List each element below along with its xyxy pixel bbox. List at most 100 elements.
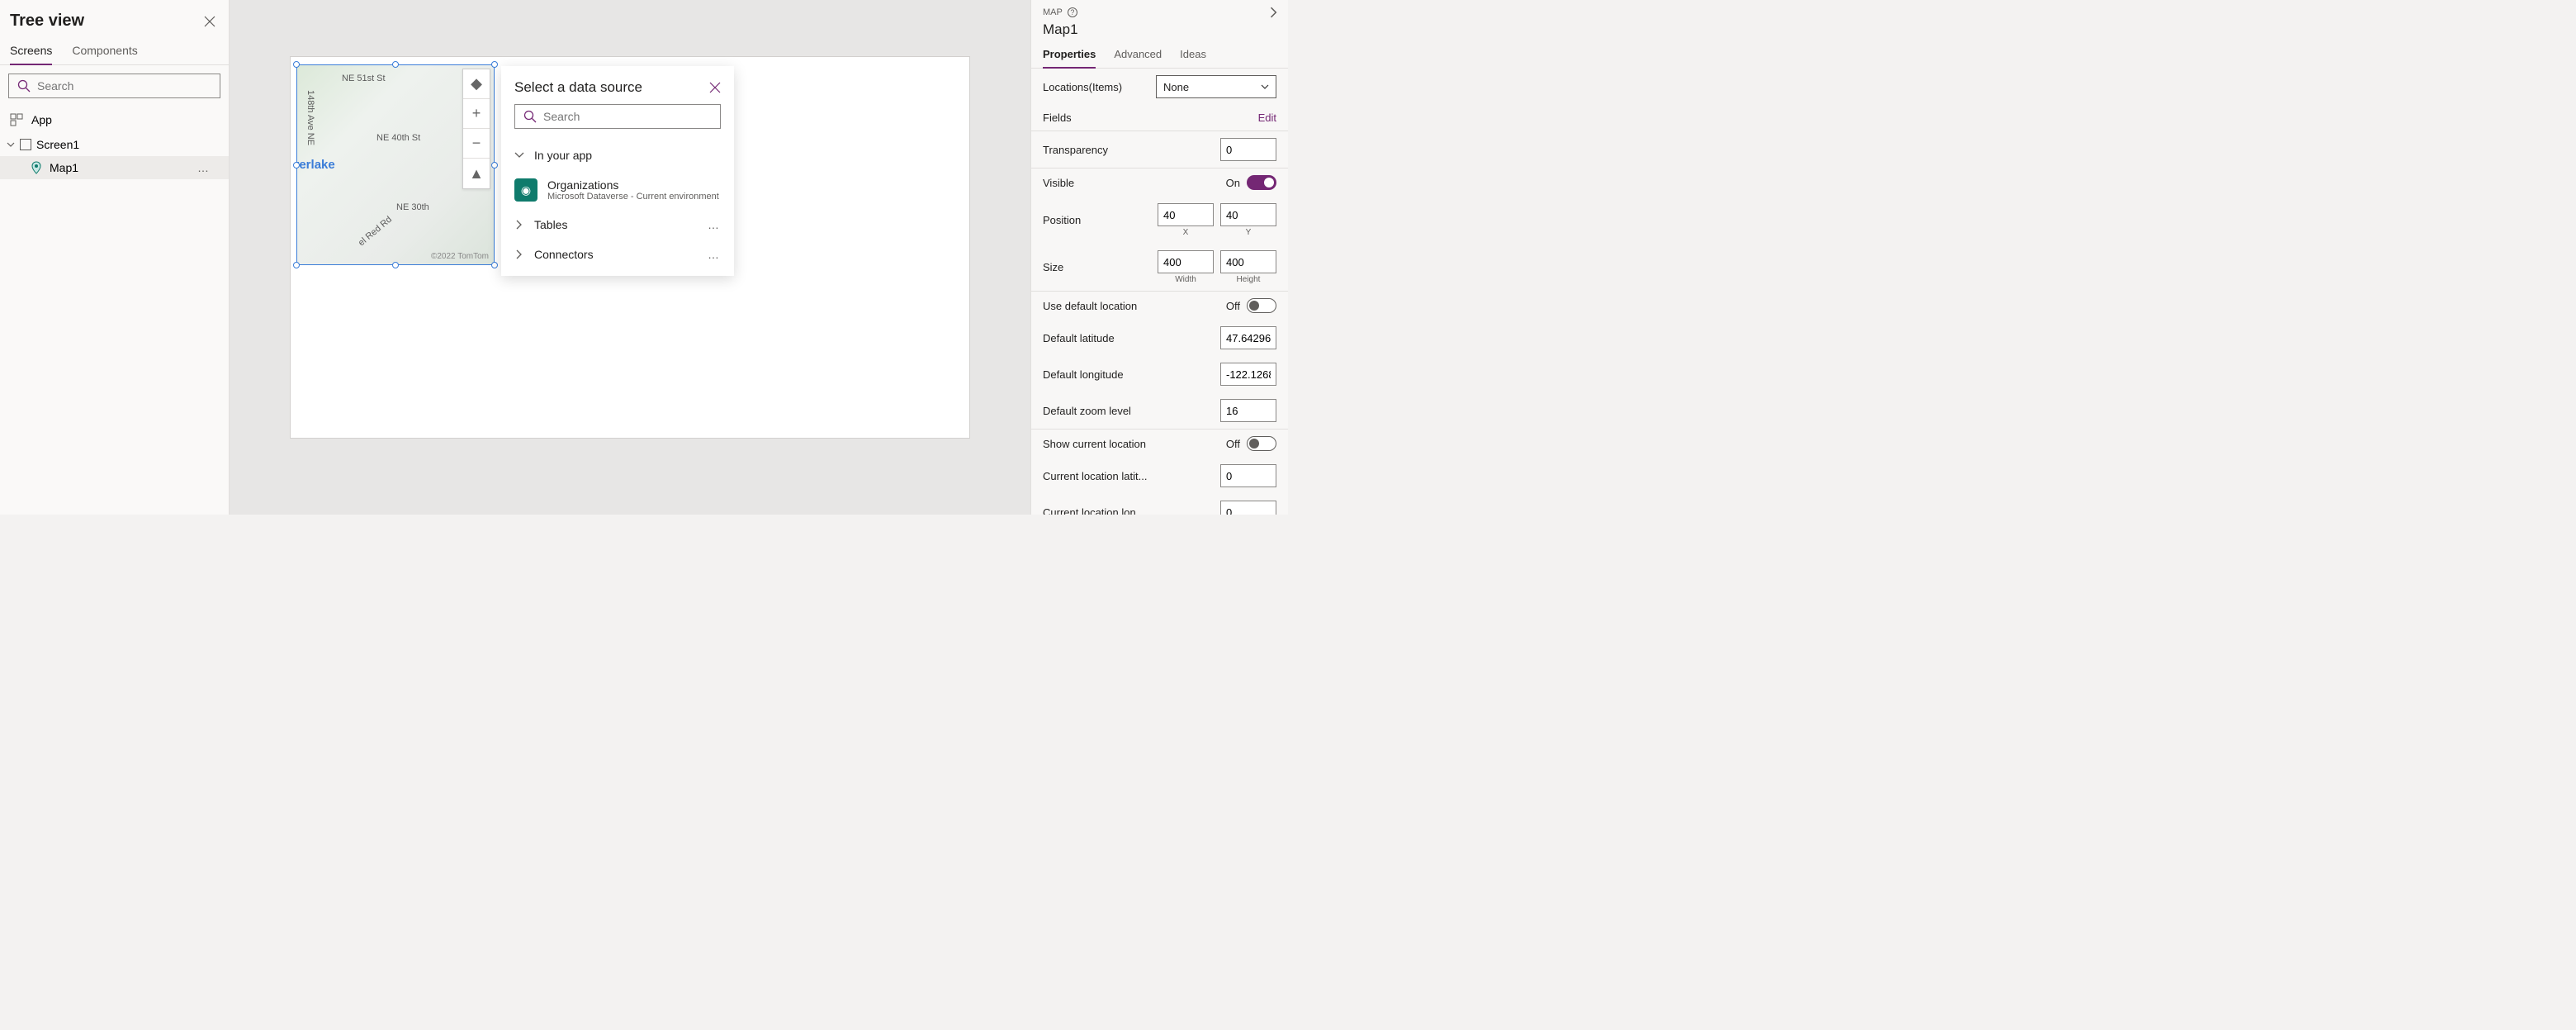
chevron-down-icon bbox=[1261, 83, 1269, 91]
show-current-location-toggle[interactable] bbox=[1247, 436, 1276, 451]
map-icon bbox=[30, 161, 43, 174]
app-icon bbox=[10, 113, 23, 126]
map-zoom-controls: ◆ + − ▲ bbox=[462, 69, 490, 189]
tree-search[interactable] bbox=[8, 74, 220, 98]
show-current-location-label: Show current location bbox=[1043, 438, 1146, 450]
tab-screens[interactable]: Screens bbox=[10, 39, 52, 65]
connectors-label: Connectors bbox=[534, 248, 594, 261]
visible-toggle[interactable] bbox=[1247, 175, 1276, 190]
position-x-input[interactable] bbox=[1158, 203, 1214, 226]
map-zoom-in-button[interactable]: + bbox=[463, 99, 490, 129]
tables-label: Tables bbox=[534, 218, 567, 231]
data-source-in-your-app[interactable]: In your app bbox=[501, 140, 734, 170]
tree-view-title: Tree view bbox=[10, 12, 84, 31]
organizations-sublabel: Microsoft Dataverse - Current environmen… bbox=[547, 192, 719, 202]
in-your-app-label: In your app bbox=[534, 149, 592, 162]
tree-item-map1[interactable]: Map1 … bbox=[0, 156, 229, 179]
default-longitude-input[interactable] bbox=[1220, 363, 1276, 386]
resize-handle[interactable] bbox=[293, 61, 300, 68]
chevron-right-icon[interactable] bbox=[1268, 7, 1280, 18]
default-latitude-label: Default latitude bbox=[1043, 332, 1115, 344]
resize-handle[interactable] bbox=[392, 61, 399, 68]
control-type-label: MAP ? bbox=[1043, 7, 1077, 17]
tree-search-input[interactable] bbox=[31, 79, 211, 93]
fields-label: Fields bbox=[1043, 112, 1072, 124]
tree-item-label: Map1 bbox=[50, 161, 78, 174]
use-default-state-label: Off bbox=[1226, 300, 1240, 312]
x-sublabel: X bbox=[1183, 228, 1189, 237]
data-source-tables[interactable]: Tables … bbox=[501, 210, 734, 240]
map-zoom-out-button[interactable]: − bbox=[463, 129, 490, 159]
resize-handle[interactable] bbox=[491, 162, 498, 169]
tree-item-label: Screen1 bbox=[36, 138, 79, 151]
tab-advanced[interactable]: Advanced bbox=[1114, 45, 1162, 68]
transparency-input[interactable] bbox=[1220, 138, 1276, 161]
tree-tabs: Screens Components bbox=[0, 39, 229, 65]
width-sublabel: Width bbox=[1175, 275, 1196, 284]
locations-select[interactable]: None bbox=[1156, 75, 1276, 98]
resize-handle[interactable] bbox=[293, 262, 300, 268]
chevron-right-icon bbox=[514, 220, 524, 230]
tab-ideas[interactable]: Ideas bbox=[1180, 45, 1206, 68]
tree-item-screen1[interactable]: Screen1 bbox=[0, 133, 229, 156]
tab-components[interactable]: Components bbox=[72, 39, 137, 64]
default-longitude-label: Default longitude bbox=[1043, 368, 1124, 381]
search-icon bbox=[523, 110, 537, 123]
map-street-label: NE 40th St bbox=[376, 133, 420, 143]
data-source-popup: Select a data source In your app ◉ Organ… bbox=[501, 66, 734, 276]
position-label: Position bbox=[1043, 214, 1081, 226]
tables-more-button[interactable]: … bbox=[708, 218, 721, 231]
connectors-more-button[interactable]: … bbox=[708, 248, 721, 261]
transparency-label: Transparency bbox=[1043, 144, 1108, 156]
visible-label: Visible bbox=[1043, 177, 1074, 189]
dataverse-icon: ◉ bbox=[514, 178, 537, 202]
use-default-location-toggle[interactable] bbox=[1247, 298, 1276, 313]
data-source-search-input[interactable] bbox=[537, 110, 712, 123]
default-zoom-input[interactable] bbox=[1220, 399, 1276, 422]
tree-item-more-button[interactable]: … bbox=[197, 161, 222, 174]
map-avenue-label: 148th Ave NE bbox=[305, 90, 315, 145]
artboard-screen1[interactable]: NE 51st St NE 40th St NE 30th 148th Ave … bbox=[290, 56, 970, 439]
map-compass-button[interactable]: ◆ bbox=[463, 69, 490, 99]
tab-properties[interactable]: Properties bbox=[1043, 45, 1096, 69]
data-source-organizations[interactable]: ◉ Organizations Microsoft Dataverse - Cu… bbox=[501, 170, 734, 210]
map-control[interactable]: NE 51st St NE 40th St NE 30th 148th Ave … bbox=[296, 64, 495, 265]
properties-panel: MAP ? Map1 Properties Advanced Ideas Loc… bbox=[1030, 0, 1288, 515]
current-longitude-input[interactable] bbox=[1220, 501, 1276, 515]
screen-icon bbox=[20, 139, 31, 150]
map-copyright: ©2022 TomTom bbox=[431, 252, 489, 261]
visible-state-label: On bbox=[1226, 177, 1240, 189]
map-place-label: verlake bbox=[297, 158, 335, 172]
map-street-label: NE 51st St bbox=[342, 74, 386, 83]
help-icon[interactable]: ? bbox=[1068, 7, 1077, 17]
control-name: Map1 bbox=[1031, 20, 1288, 45]
show-current-state-label: Off bbox=[1226, 438, 1240, 450]
map-street-label: NE 30th bbox=[396, 202, 429, 212]
position-y-input[interactable] bbox=[1220, 203, 1276, 226]
canvas-area: NE 51st St NE 40th St NE 30th 148th Ave … bbox=[230, 0, 1030, 515]
resize-handle[interactable] bbox=[392, 262, 399, 268]
current-latitude-input[interactable] bbox=[1220, 464, 1276, 487]
tree-view-panel: Tree view Screens Components App Screen1… bbox=[0, 0, 230, 515]
height-sublabel: Height bbox=[1237, 275, 1261, 284]
close-icon[interactable] bbox=[709, 82, 721, 93]
resize-handle[interactable] bbox=[491, 262, 498, 268]
resize-handle[interactable] bbox=[293, 162, 300, 169]
data-source-connectors[interactable]: Connectors … bbox=[501, 240, 734, 269]
map-pitch-button[interactable]: ▲ bbox=[463, 159, 490, 188]
size-width-input[interactable] bbox=[1158, 250, 1214, 273]
resize-handle[interactable] bbox=[491, 61, 498, 68]
close-icon[interactable] bbox=[204, 16, 215, 27]
organizations-label: Organizations bbox=[547, 178, 719, 192]
data-source-title: Select a data source bbox=[514, 79, 642, 96]
map-road-label: el Red Rd bbox=[357, 215, 394, 249]
fields-edit-button[interactable]: Edit bbox=[1258, 112, 1276, 124]
default-latitude-input[interactable] bbox=[1220, 326, 1276, 349]
chevron-right-icon bbox=[514, 249, 524, 259]
data-source-search[interactable] bbox=[514, 104, 721, 129]
tree-app-node[interactable]: App bbox=[0, 107, 229, 133]
chevron-down-icon bbox=[514, 150, 524, 160]
properties-tabs: Properties Advanced Ideas bbox=[1031, 45, 1288, 69]
size-height-input[interactable] bbox=[1220, 250, 1276, 273]
search-icon bbox=[17, 79, 31, 93]
